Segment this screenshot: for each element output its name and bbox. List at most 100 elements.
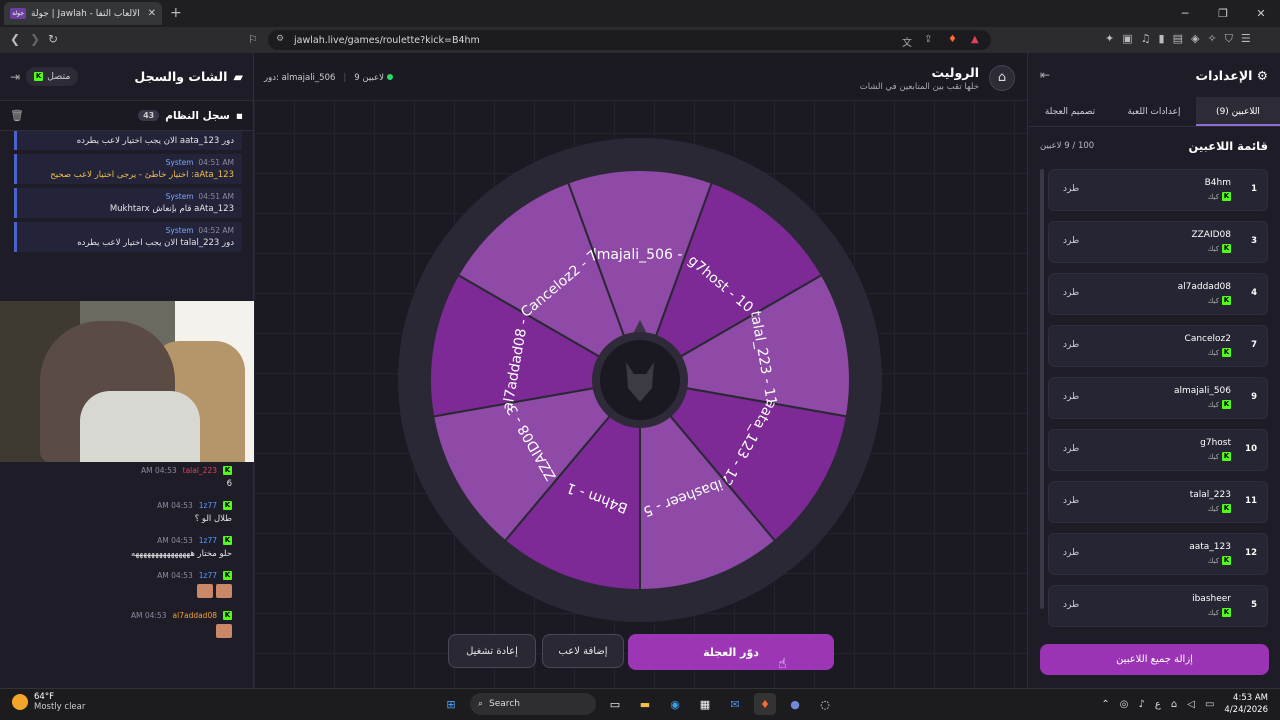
add-player-button[interactable]: إضافة لاعب — [542, 634, 624, 668]
minimize-icon[interactable]: ─ — [1166, 0, 1204, 27]
home-button[interactable]: ⌂ — [989, 65, 1015, 91]
brave-rewards-icon[interactable]: ▲ — [971, 34, 979, 45]
browser-tab[interactable]: جولة جولة | Jawlah - منصة الألعاب التفا … — [4, 2, 162, 25]
taskbar-search[interactable]: ⌕ Search — [470, 693, 596, 715]
tab-wheel-design[interactable]: تصميم العجلة — [1028, 97, 1112, 126]
players-list-header: قائمة اللاعبين 100 / 9 لاعبين — [1028, 127, 1280, 165]
reload-icon[interactable]: ↻ — [48, 32, 58, 46]
restore-icon[interactable]: ❐ — [1204, 0, 1242, 27]
restart-button[interactable]: إعادة تشغيل — [448, 634, 536, 668]
player-name: talal_223 — [1189, 490, 1231, 500]
task-view-icon[interactable]: ▭ — [604, 693, 626, 715]
kick-player-button[interactable]: طرد — [1063, 600, 1079, 610]
player-row[interactable]: 5 ibasheer كيك K طرد — [1048, 585, 1268, 627]
kick-player-button[interactable]: طرد — [1063, 496, 1079, 506]
kick-player-button[interactable]: طرد — [1063, 548, 1079, 558]
spin-wheel-button[interactable]: دوّر العجلة — [628, 634, 834, 670]
new-tab-icon[interactable]: + — [170, 5, 182, 21]
mail-icon[interactable]: ✉ — [724, 693, 746, 715]
kick-player-button[interactable]: طرد — [1063, 288, 1079, 298]
app-icon[interactable]: ◌ — [814, 693, 836, 715]
network-icon[interactable]: ⌂ — [1171, 699, 1177, 710]
remove-all-players-button[interactable]: إزالة جميع اللاعبين — [1040, 644, 1269, 675]
player-row[interactable]: 7 Canceloz2 كيك K طرد — [1048, 325, 1268, 367]
music-icon[interactable]: ♫ — [1141, 32, 1151, 46]
player-row[interactable]: 1 B4hm كيك K طرد — [1048, 169, 1268, 211]
system-message: System 04:51 AM aAta_123: اختيار خاطئ - … — [14, 154, 242, 184]
player-row[interactable]: 9 almajali_506 كيك K طرد — [1048, 377, 1268, 419]
weather-widget[interactable]: 64°F Mostly clear — [12, 692, 85, 712]
system-message-text: aAta_123: اختيار خاطئ - يرجى اختيار لاعب… — [50, 170, 234, 180]
clock[interactable]: 4:53 AM 4/24/2026 — [1224, 692, 1268, 716]
kick-player-button[interactable]: طرد — [1063, 392, 1079, 402]
close-window-icon[interactable]: ✕ — [1242, 0, 1280, 27]
vpn-icon[interactable]: ◈ — [1191, 32, 1199, 46]
temperature: 64°F — [34, 692, 54, 702]
sidebar-icon[interactable]: ▮ — [1159, 32, 1165, 46]
kick-icon: K — [1222, 452, 1231, 461]
kick-icon: K — [1222, 504, 1231, 513]
tab-game-settings[interactable]: إعدادات اللعبة — [1112, 97, 1196, 126]
shield-icon[interactable]: ⛉ — [1225, 32, 1233, 46]
message-user[interactable]: talal_223 — [183, 466, 217, 475]
translate-icon[interactable]: 文 — [902, 34, 912, 49]
file-explorer-icon[interactable]: ▬ — [634, 693, 656, 715]
message-user[interactable]: 1z77 — [199, 571, 217, 580]
brave-browser-icon[interactable]: ♦ — [754, 693, 776, 715]
current-turn: دور: almajali_506 — [264, 73, 336, 83]
message-sender: System — [165, 158, 194, 167]
kick-icon: K — [1222, 244, 1231, 253]
tab-players[interactable]: اللاعبين (9) — [1196, 97, 1280, 126]
address-bar[interactable]: ⚙ jawlah.live/games/roulette?kick=B4hm 文… — [268, 30, 991, 50]
message-user[interactable]: 1z77 — [199, 501, 217, 510]
roulette-wheel[interactable]: almajali_506 - 9g7host - 10talal_223 - 1… — [398, 138, 882, 622]
edge-icon[interactable]: ◉ — [664, 693, 686, 715]
player-row[interactable]: 4 al7addad08 كيك K طرد — [1048, 273, 1268, 315]
discord-icon[interactable]: ● — [784, 693, 806, 715]
kick-player-button[interactable]: طرد — [1063, 444, 1079, 454]
player-platform: كيك K — [1207, 504, 1231, 513]
collapse-settings-icon[interactable]: ⇤ — [1040, 68, 1050, 82]
emote-icon — [216, 584, 232, 598]
bookmark-icon[interactable]: ⚐ — [248, 33, 258, 46]
windows-start-icon[interactable]: ⊞ — [440, 693, 462, 715]
language-icon[interactable]: ع — [1155, 699, 1161, 710]
collapse-panel-icon[interactable]: ⇥ — [10, 70, 20, 84]
brave-shield-icon[interactable]: ♦ — [948, 34, 957, 45]
message-user[interactable]: 1z77 — [199, 536, 217, 545]
system-message: دور aata_123 الان يجب اختيار لاعب يطرده — [14, 131, 242, 150]
battery-icon[interactable]: ▭ — [1205, 699, 1214, 710]
players-count: 9 لاعبين — [354, 73, 384, 83]
menu-icon[interactable]: ☰ — [1241, 32, 1251, 46]
message-sender: System — [165, 192, 194, 201]
share-icon[interactable]: ⇪ — [924, 34, 932, 45]
volume-icon[interactable]: ◁ — [1187, 699, 1195, 710]
game-area: دور: almajali_506 | 9 لاعبين الروليت خله… — [254, 53, 1027, 688]
kick-icon: K — [1222, 348, 1231, 357]
player-row[interactable]: 12 aata_123 كيك K طرد — [1048, 533, 1268, 575]
extensions-icon[interactable]: ✦ — [1105, 32, 1114, 46]
screenshot-icon[interactable]: ▣ — [1122, 32, 1132, 46]
system-log-header[interactable]: 🗑 43 سجل النظام ▪ — [0, 101, 253, 131]
kick-player-button[interactable]: طرد — [1063, 184, 1079, 194]
leo-icon[interactable]: ✧ — [1207, 32, 1216, 46]
player-row[interactable]: 10 g7host كيك K طرد — [1048, 429, 1268, 471]
message-user[interactable]: al7addad08 — [173, 611, 217, 620]
player-row[interactable]: 11 talal_223 كيك K طرد — [1048, 481, 1268, 523]
kick-player-button[interactable]: طرد — [1063, 236, 1079, 246]
back-icon[interactable]: ❮ — [10, 32, 20, 46]
close-tab-icon[interactable]: ✕ — [148, 8, 156, 19]
players-scrollbar[interactable] — [1040, 169, 1044, 609]
store-icon[interactable]: ▦ — [694, 693, 716, 715]
player-name: ibasheer — [1192, 594, 1231, 604]
emote-icon — [197, 584, 213, 598]
player-row[interactable]: 3 ZZAID08 كيك K طرد — [1048, 221, 1268, 263]
wallet-icon[interactable]: ▤ — [1173, 32, 1183, 46]
site-settings-icon[interactable]: ⚙ — [276, 34, 284, 44]
forward-icon[interactable]: ❯ — [30, 32, 40, 46]
kick-player-button[interactable]: طرد — [1063, 340, 1079, 350]
mic-icon[interactable]: ♪ — [1139, 699, 1145, 710]
tray-app-icon[interactable]: ◎ — [1120, 699, 1129, 710]
tray-chevron-icon[interactable]: ⌃ — [1101, 699, 1109, 710]
trash-icon[interactable]: 🗑 — [10, 109, 24, 122]
